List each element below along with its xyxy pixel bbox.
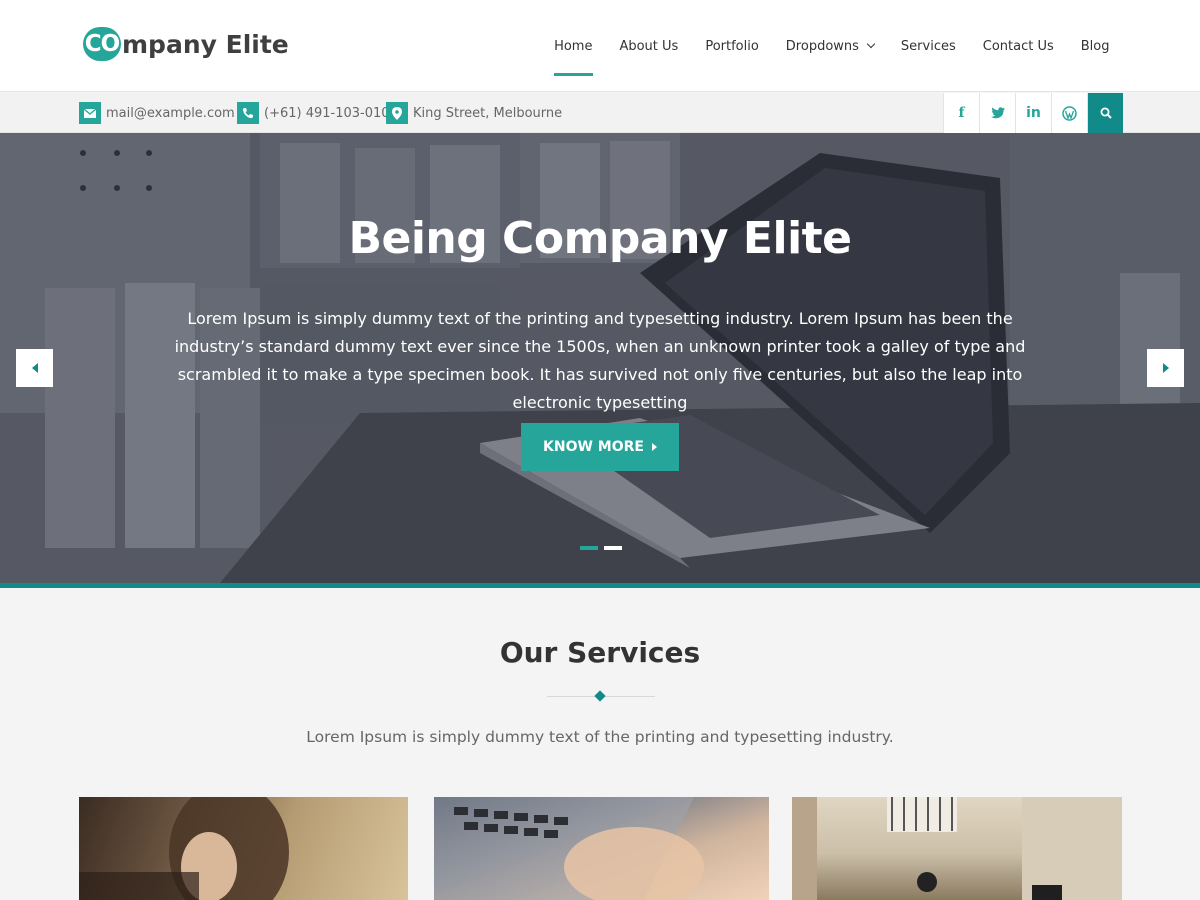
contact-email-text: mail@example.com <box>106 105 235 121</box>
search-button[interactable] <box>1087 93 1123 133</box>
know-more-label: KNOW MORE <box>543 439 644 455</box>
nav-label: Home <box>554 38 593 54</box>
site-header: CO mpany Elite Home About Us Portfolio D… <box>0 0 1200 92</box>
nav-item-dropdowns[interactable]: Dropdowns <box>772 0 887 92</box>
logo-text: mpany Elite <box>122 29 289 59</box>
nav-label: Services <box>900 38 956 54</box>
nav-label: Dropdowns <box>785 38 859 54</box>
linkedin-icon[interactable]: in <box>1015 93 1051 133</box>
nav-label: Contact Us <box>982 38 1054 54</box>
woman-reading-photo <box>79 797 289 900</box>
hero-description: Lorem Ipsum is simply dummy text of the … <box>174 309 1026 412</box>
contact-phone[interactable]: (+61) 491-103-010 <box>237 102 390 124</box>
phone-icon <box>237 102 259 124</box>
service-card-image-3[interactable] <box>792 797 1122 900</box>
contact-email[interactable]: mail@example.com <box>79 102 235 124</box>
facebook-glyph: f <box>958 105 965 121</box>
slider-dot-2[interactable] <box>604 546 622 550</box>
hero-title: Being Company Elite <box>348 213 852 264</box>
caret-right-icon <box>651 443 657 451</box>
nav-item-home[interactable]: Home <box>541 0 606 92</box>
services-title: Our Services <box>499 636 701 669</box>
chevron-right-icon <box>1162 363 1169 373</box>
service-card-image-1[interactable] <box>79 797 408 900</box>
search-icon <box>1100 107 1112 119</box>
services-subtitle: Lorem Ipsum is simply dummy text of the … <box>306 728 894 746</box>
site-logo[interactable]: CO mpany Elite <box>83 26 289 62</box>
map-marker-icon <box>386 102 408 124</box>
nav-label: Portfolio <box>705 38 759 54</box>
contact-bar: mail@example.com (+61) 491-103-010 King … <box>0 93 1200 133</box>
slider-pagination <box>580 546 622 550</box>
logo-badge: CO <box>83 27 121 61</box>
nav-item-services[interactable]: Services <box>887 0 969 92</box>
social-links: f in <box>943 93 1123 133</box>
chevron-down-icon <box>866 39 876 49</box>
nav-item-blog[interactable]: Blog <box>1067 0 1123 92</box>
laptop-typing-photo <box>434 797 704 900</box>
slider-dot-1[interactable] <box>580 546 598 550</box>
contact-address-text: King Street, Melbourne <box>413 105 563 121</box>
slider-next-button[interactable] <box>1147 349 1184 387</box>
nav-label: Blog <box>1080 38 1110 54</box>
facebook-icon[interactable]: f <box>943 93 979 133</box>
building-scooter-photo <box>792 797 1122 900</box>
slider-prev-button[interactable] <box>16 349 53 387</box>
divider-diamond-icon <box>594 690 606 702</box>
twitter-icon[interactable] <box>979 93 1015 133</box>
chevron-left-icon <box>31 363 38 373</box>
contact-phone-text: (+61) 491-103-010 <box>264 105 390 121</box>
nav-label: About Us <box>619 38 679 54</box>
service-card-image-2[interactable] <box>434 797 769 900</box>
nav-item-about-us[interactable]: About Us <box>606 0 692 92</box>
nav-item-contact-us[interactable]: Contact Us <box>969 0 1067 92</box>
main-nav: Home About Us Portfolio Dropdowns Servic… <box>541 0 1123 92</box>
know-more-button[interactable]: KNOW MORE <box>521 423 679 471</box>
linkedin-glyph: in <box>1026 105 1041 121</box>
hero-bottom-border <box>0 583 1200 588</box>
wordpress-icon[interactable] <box>1051 93 1087 133</box>
envelope-icon <box>79 102 101 124</box>
hero-slider: Being Company Elite Lorem Ipsum is simpl… <box>0 133 1200 583</box>
nav-item-portfolio[interactable]: Portfolio <box>692 0 772 92</box>
contact-address[interactable]: King Street, Melbourne <box>386 102 562 124</box>
